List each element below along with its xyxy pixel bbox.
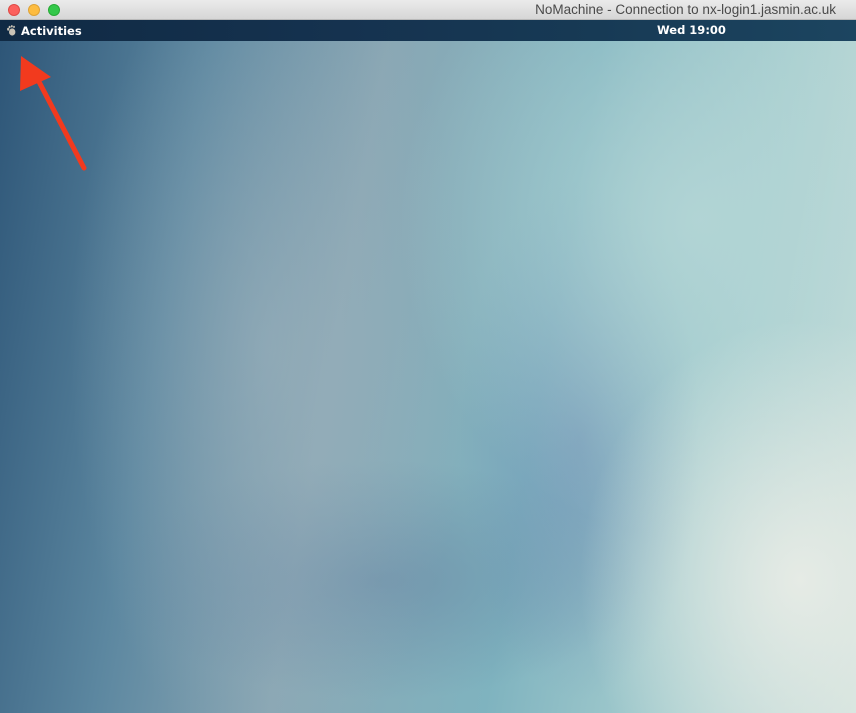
window-titlebar[interactable]: NoMachine - Connection to nx-login1.jasm… bbox=[0, 0, 856, 20]
activities-label: Activities bbox=[21, 23, 82, 38]
gnome-top-bar: Activities Wed 19:00 bbox=[0, 20, 856, 41]
activities-button[interactable]: Activities bbox=[6, 22, 82, 39]
gnome-foot-icon bbox=[7, 25, 16, 36]
close-window-button[interactable] bbox=[8, 4, 20, 16]
remote-desktop[interactable]: Activities Wed 19:00 bbox=[0, 20, 856, 713]
window-title: NoMachine - Connection to nx-login1.jasm… bbox=[535, 2, 836, 17]
zoom-window-button[interactable] bbox=[48, 4, 60, 16]
clock-menu[interactable]: Wed 19:00 bbox=[657, 23, 726, 37]
nomachine-window: NoMachine - Connection to nx-login1.jasm… bbox=[0, 0, 856, 713]
minimize-window-button[interactable] bbox=[28, 4, 40, 16]
